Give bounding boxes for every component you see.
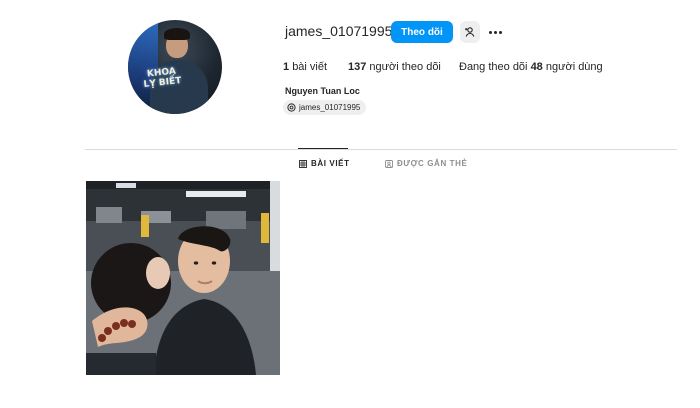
active-tab-indicator — [298, 148, 348, 149]
threads-link[interactable]: james_01071995 — [283, 100, 367, 115]
profile-username: james_01071995 — [285, 23, 393, 39]
tab-tagged-label: ĐƯỢC GẮN THẺ — [397, 159, 468, 168]
profile-full-name: Nguyen Tuan Loc — [285, 86, 360, 96]
post-thumbnail[interactable] — [86, 181, 280, 375]
profile-avatar[interactable]: KHOA LỴ BIẾT — [128, 20, 222, 114]
following-stat[interactable]: Đang theo dõi 48 người dùng — [459, 61, 603, 73]
threads-handle: james_01071995 — [299, 103, 361, 112]
tagged-icon — [385, 159, 393, 168]
tab-tagged[interactable]: ĐƯỢC GẮN THẺ — [385, 159, 467, 168]
followers-stat[interactable]: 137 người theo dõi — [348, 61, 441, 73]
tab-posts[interactable]: BÀI VIẾT — [299, 159, 350, 168]
tab-posts-label: BÀI VIẾT — [311, 159, 350, 168]
more-options-icon[interactable] — [486, 24, 504, 40]
avatar-person-hair — [164, 28, 190, 40]
posts-stat: 1 bài viết — [283, 61, 328, 73]
suggested-accounts-button[interactable] — [460, 21, 480, 43]
follow-button[interactable]: Theo dõi — [391, 21, 453, 43]
person-add-icon — [465, 27, 475, 37]
tabs-divider — [85, 149, 677, 150]
post-photo — [86, 181, 280, 375]
grid-icon — [299, 159, 307, 168]
threads-icon — [287, 103, 296, 112]
